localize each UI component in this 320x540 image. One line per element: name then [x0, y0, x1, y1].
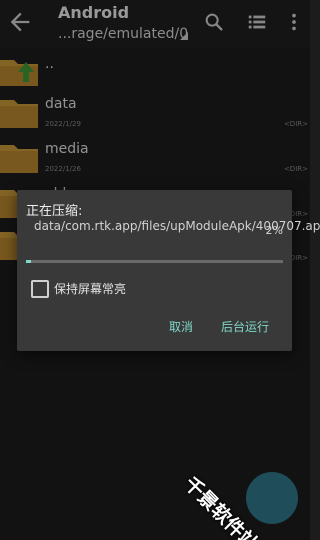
progress-bar — [26, 260, 283, 263]
watermark-logo — [246, 472, 298, 524]
file-manager-screen: Android ...rage/emulated/0 .. data 2022/… — [0, 0, 320, 540]
keep-screen-on-checkbox[interactable] — [31, 280, 49, 298]
compress-progress-dialog: 正在压缩: data/com.rtk.app/files/upModuleApk… — [17, 190, 320, 351]
progress-percent: 2% — [265, 224, 283, 237]
progress-bar-fill — [26, 260, 32, 263]
cancel-button[interactable]: 取消 — [169, 318, 193, 335]
compress-file-path: data/com.rtk.app/files/upModuleApk/40070… — [34, 219, 320, 233]
keep-screen-on-label[interactable]: 保持屏幕常亮 — [54, 280, 126, 297]
dialog-title: 正在压缩: — [26, 204, 83, 219]
run-in-background-button[interactable]: 后台运行 — [221, 318, 269, 335]
